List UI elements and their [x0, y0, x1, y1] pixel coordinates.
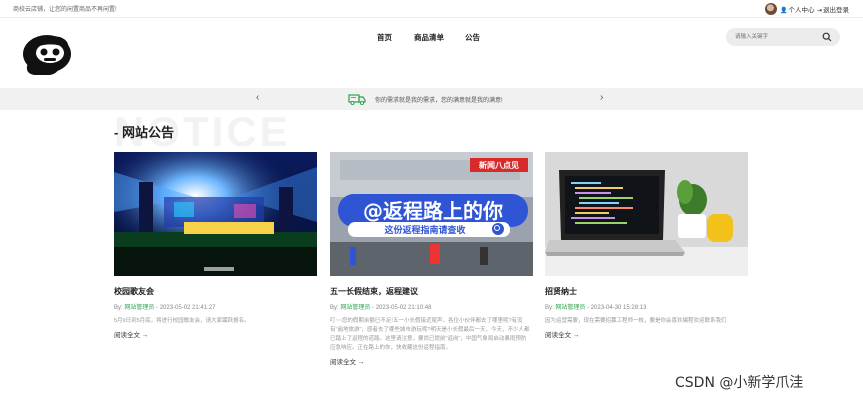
notice-author[interactable]: 网站管理员 — [555, 305, 585, 311]
notice-title[interactable]: 招贤纳士 — [545, 286, 748, 297]
nav-goods-list[interactable]: 商品清单 — [414, 32, 444, 43]
notice-image-travel[interactable]: 新闻八点见 @返程路上的你 这份返程指南请查收 — [330, 152, 533, 276]
user-center-label: 个人中心 — [788, 7, 815, 14]
notice-card[interactable]: 校园歌友会 By: 网站管理员 - 2023-05-02 21:41:27 5月… — [114, 152, 317, 339]
banner-prev-button[interactable]: ‹ — [256, 92, 259, 103]
notice-author[interactable]: 网站管理员 — [124, 305, 154, 311]
notice-meta: By: 网站管理员 - 2023-04-30 15:28:13 — [545, 302, 748, 311]
search-icon[interactable] — [822, 32, 832, 42]
travel-headline-text: @返程路上的你 — [363, 199, 503, 223]
notice-date: - 2023-05-02 21:41:27 — [156, 305, 216, 311]
read-more-link[interactable]: 阅读全文 → — [114, 329, 317, 339]
logout-link[interactable]: ⇥退出登录 — [817, 4, 849, 14]
banner-message: 你的需求就是我的需求，您的满意就是我的满意! — [375, 98, 503, 104]
search-input[interactable] — [735, 32, 815, 42]
by-label: By: — [330, 305, 339, 311]
top-bar: 商校云店铺，让您的闲置商品不再闲置! 👤个人中心 ⇥退出登录 — [0, 0, 863, 18]
logout-icon: ⇥ — [817, 8, 823, 14]
notice-title[interactable]: 校园歌友会 — [114, 286, 317, 297]
notice-image-laptop[interactable] — [545, 152, 748, 276]
search-box — [726, 28, 840, 46]
notice-date: - 2023-04-30 15:28:13 — [587, 305, 647, 311]
notice-meta: By: 网站管理员 - 2023-05-02 21:10:48 — [330, 302, 533, 311]
by-label: By: — [114, 305, 123, 311]
user-center-link[interactable]: 👤个人中心 — [780, 4, 814, 14]
by-label: By: — [545, 305, 554, 311]
notice-card[interactable]: 招贤纳士 By: 网站管理员 - 2023-04-30 15:28:13 因为运… — [545, 152, 748, 339]
csdn-watermark: CSDN @小新学爪洼 — [675, 375, 804, 391]
banner-next-button[interactable]: › — [600, 92, 603, 103]
nav-home[interactable]: 首页 — [377, 32, 392, 43]
travel-brand-text: 新闻八点见 — [479, 160, 519, 170]
section-title: - 网站公告 — [114, 125, 174, 140]
notice-excerpt: 因为运营需要，现在需要招募工程师一枚，要是你会喜欢编程欢迎联系我们 — [545, 318, 727, 324]
truck-icon — [348, 94, 366, 105]
notice-image-concert[interactable] — [114, 152, 317, 276]
avatar[interactable] — [765, 3, 777, 15]
logout-label: 退出登录 — [823, 7, 850, 14]
announcement-banner: ‹ 你的需求就是我的需求，您的满意就是我的满意! › — [0, 88, 863, 110]
nav-notice[interactable]: 公告 — [465, 32, 480, 43]
travel-sub-text: 这份返程指南请查收 — [384, 224, 465, 236]
header: 首页 商品清单 公告 — [0, 18, 863, 88]
notice-card[interactable]: 新闻八点见 @返程路上的你 这份返程指南请查收 五一长假结束，返程建议 By: … — [330, 152, 533, 366]
notice-date: - 2023-05-02 21:10:48 — [372, 305, 432, 311]
welcome-text: 商校云店铺，让您的闲置商品不再闲置! — [13, 7, 117, 13]
notice-title[interactable]: 五一长假结束，返程建议 — [330, 286, 533, 297]
read-more-link[interactable]: 阅读全文 → — [545, 329, 748, 339]
notice-author[interactable]: 网站管理员 — [340, 305, 370, 311]
user-icon: 👤 — [780, 8, 788, 14]
read-more-link[interactable]: 阅读全文 → — [330, 356, 533, 366]
notice-excerpt: 叮~~您的假期余额已不足!五一小长假接近尾声，各位小伙伴都去了哪里呢?有没有"遍… — [330, 318, 530, 352]
notice-excerpt: 5月9日到5月底，将进行校园歌友会，请大家踊跃报名。 — [114, 318, 250, 324]
site-logo[interactable] — [20, 33, 72, 77]
notice-meta: By: 网站管理员 - 2023-05-02 21:41:27 — [114, 302, 317, 311]
